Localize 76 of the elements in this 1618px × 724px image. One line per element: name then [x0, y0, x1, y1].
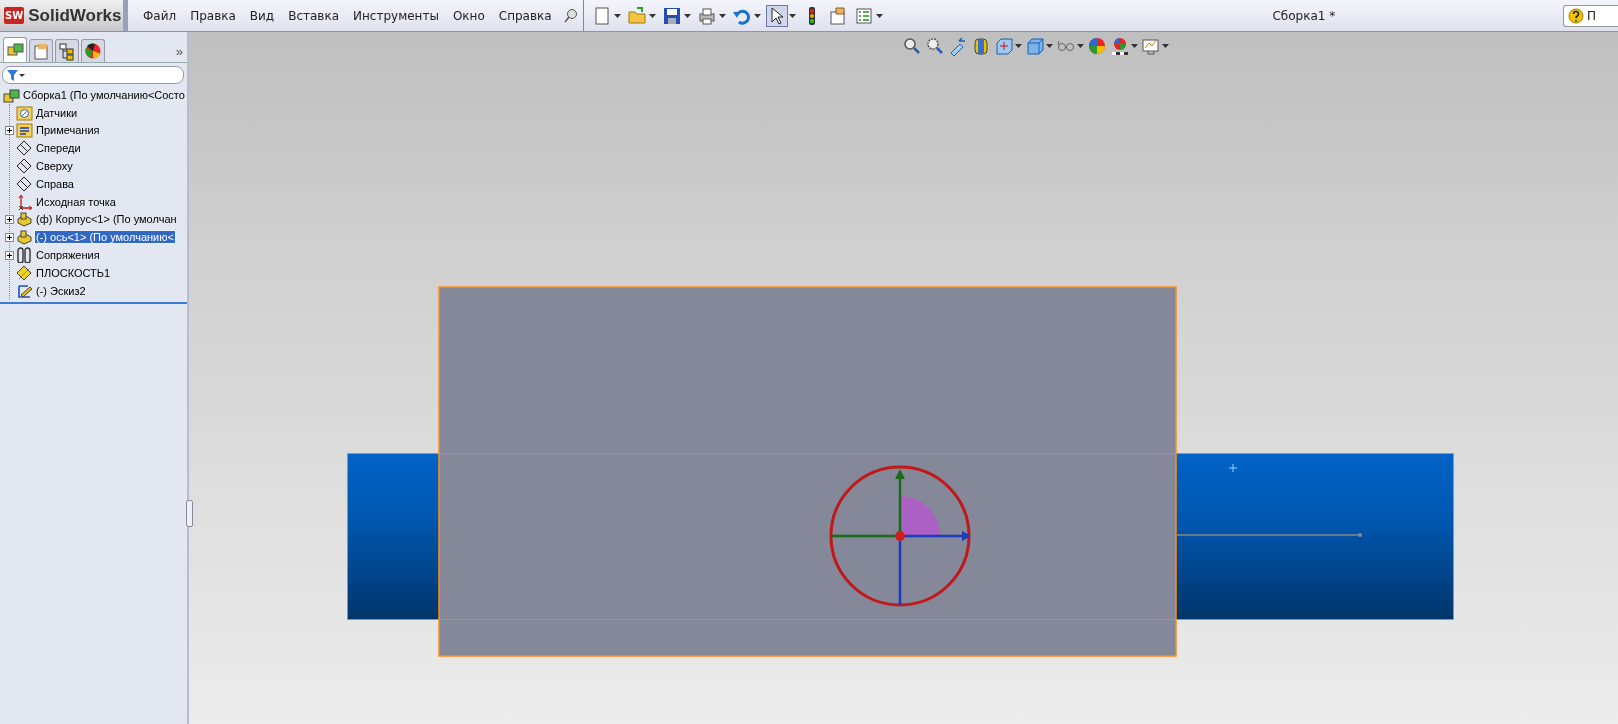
- caret-icon[interactable]: [1077, 44, 1084, 48]
- caret-icon[interactable]: [1131, 44, 1138, 48]
- paperclip-icon: [16, 247, 33, 264]
- tree-item[interactable]: Сборка1 (По умолчанию<Состо: [22, 88, 186, 101]
- menu-item[interactable]: Правка: [183, 5, 243, 26]
- filter-field[interactable]: [2, 66, 184, 84]
- property-sheet-icon: [31, 41, 51, 61]
- more-tabs-chevron[interactable]: »: [175, 44, 183, 62]
- part-icon: [16, 211, 33, 228]
- tree-item[interactable]: Спереди: [35, 142, 82, 155]
- caret-icon[interactable]: [1046, 44, 1053, 48]
- shaft-end[interactable]: [1175, 453, 1454, 620]
- tree-item[interactable]: (ф) Корпус<1> (По умолчан: [35, 213, 178, 226]
- app-logo-text: SolidWorks: [28, 5, 122, 26]
- property-tab[interactable]: [29, 39, 53, 62]
- sketch-icon: [16, 282, 33, 299]
- color-sphere-icon[interactable]: [1087, 36, 1107, 56]
- part-icon: [16, 229, 33, 246]
- plus-marker: [1228, 463, 1238, 473]
- caret-icon[interactable]: [648, 13, 656, 18]
- caret-icon[interactable]: [1015, 44, 1022, 48]
- sensor-folder-icon: [16, 104, 33, 121]
- shaft-end[interactable]: [347, 453, 440, 620]
- tree-item[interactable]: Справа: [35, 177, 75, 190]
- tree-item[interactable]: (-) Эскиз2: [35, 284, 87, 297]
- view-orientation-icon[interactable]: [994, 36, 1014, 56]
- plane-icon: [16, 175, 33, 192]
- caret-icon[interactable]: [788, 13, 796, 18]
- options-icon[interactable]: [827, 5, 848, 26]
- panel-collapse-handle[interactable]: [186, 500, 193, 527]
- help-search-field[interactable]: П: [1563, 4, 1618, 27]
- assembly-icon: [3, 86, 20, 103]
- menu-item[interactable]: Окно: [445, 5, 492, 26]
- menu-item[interactable]: Справка: [491, 5, 559, 26]
- filter-icon: [7, 69, 25, 81]
- plane-icon: [16, 158, 33, 175]
- help-search-text: П: [1587, 8, 1597, 23]
- expand-button[interactable]: [5, 126, 14, 135]
- expand-button[interactable]: [5, 250, 14, 260]
- reference-plane-icon: [16, 264, 33, 281]
- scene-icon[interactable]: [1110, 36, 1130, 56]
- zoom-area-icon[interactable]: [925, 36, 945, 56]
- tree-item[interactable]: ПЛОСКОСТЬ1: [35, 266, 112, 279]
- annotation-folder-icon: [16, 122, 33, 139]
- appearance-tab[interactable]: [81, 39, 105, 62]
- feature-tree-tab[interactable]: [3, 37, 27, 62]
- tree-item[interactable]: Датчики: [35, 106, 79, 119]
- cube-icon[interactable]: [1025, 36, 1045, 56]
- expand-button[interactable]: [5, 214, 14, 224]
- printer-icon[interactable]: [696, 5, 717, 26]
- configuration-tab[interactable]: [55, 39, 79, 62]
- color-wheel-icon: [83, 41, 103, 61]
- menu-item[interactable]: Файл: [136, 5, 184, 26]
- menu-item[interactable]: Инструменты: [346, 5, 446, 26]
- display-settings-icon[interactable]: [1141, 36, 1161, 56]
- menu-item[interactable]: Вставка: [281, 5, 346, 26]
- tree-item[interactable]: Сверху: [35, 160, 74, 173]
- help-icon: [1568, 7, 1584, 24]
- tree-item[interactable]: (-) ось<1> (По умолчанию<: [35, 231, 175, 244]
- caret-icon[interactable]: [753, 13, 761, 18]
- tree-item[interactable]: Примечания: [35, 124, 101, 137]
- origin-icon: [16, 193, 33, 210]
- configuration-tree-icon: [57, 41, 77, 61]
- menu-item[interactable]: Вид: [242, 5, 282, 26]
- caret-icon[interactable]: [1162, 44, 1169, 48]
- logo-badge: SW: [4, 7, 25, 24]
- tree-item[interactable]: Сопряжения: [35, 249, 101, 262]
- plane-icon: [16, 140, 33, 157]
- caret-icon[interactable]: [613, 13, 621, 18]
- caret-icon[interactable]: [683, 13, 691, 18]
- caret-icon[interactable]: [875, 13, 883, 18]
- expand-button[interactable]: [5, 232, 14, 242]
- tree-item[interactable]: Исходная точка: [35, 195, 117, 208]
- zoom-to-fit-icon[interactable]: [902, 36, 922, 56]
- window-title: Сборка1 *: [1272, 8, 1336, 23]
- caret-icon[interactable]: [718, 13, 726, 18]
